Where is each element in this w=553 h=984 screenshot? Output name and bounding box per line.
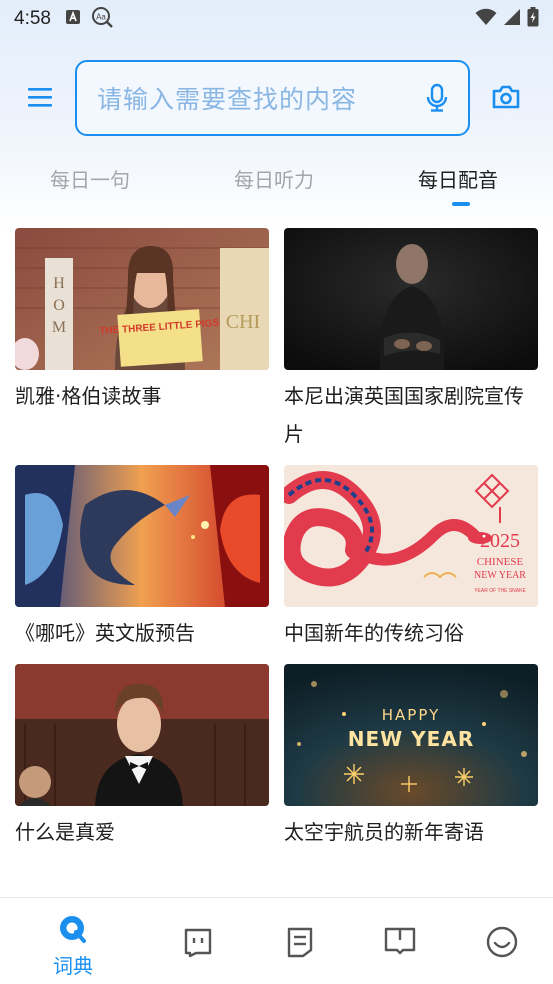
status-time: 4:58 — [14, 8, 51, 29]
svg-text:O: O — [53, 297, 65, 314]
year-of-snake-text: YEAR OF THE SNAKE — [474, 588, 526, 594]
video-thumbnail[interactable] — [15, 465, 269, 607]
video-title[interactable]: 《哪吒》英文版预告 — [15, 614, 269, 652]
book-icon — [383, 926, 417, 960]
video-title[interactable]: 太空宇航员的新年寄语 — [284, 813, 538, 851]
tab-daily-dubbing[interactable]: 每日配音 — [418, 164, 498, 193]
video-card[interactable]: 什么是真爱 — [15, 664, 269, 851]
new-year-banner-text: NEW YEAR — [348, 727, 474, 751]
video-thumbnail[interactable] — [15, 664, 269, 806]
nav-dictionary[interactable]: 词典 — [28, 898, 118, 984]
svg-text:Aa: Aa — [96, 13, 106, 22]
status-bar: 4:58 Aa — [0, 0, 553, 38]
search-placeholder: 请输入需要查找的内容 — [97, 85, 358, 114]
video-card[interactable]: H O M CHI THE THREE LITTLE PIGS 凯雅·格伯读故事 — [15, 228, 269, 415]
nav-dictionary-label: 词典 — [53, 954, 93, 978]
video-thumbnail[interactable]: H O M CHI THE THREE LITTLE PIGS — [15, 228, 269, 370]
video-thumbnail[interactable] — [284, 228, 538, 370]
happy-text: HAPPY — [382, 706, 440, 724]
document-icon — [285, 926, 315, 962]
menu-button[interactable] — [22, 82, 58, 116]
year-2025-text: 2025 — [480, 530, 520, 552]
camera-icon — [491, 84, 521, 114]
microphone-icon[interactable] — [426, 83, 448, 113]
camera-button[interactable] — [486, 80, 526, 118]
video-card[interactable]: 本尼出演英国国家剧院宣传片 — [284, 228, 538, 453]
search-input[interactable]: 请输入需要查找的内容 — [75, 60, 470, 136]
chinese-text: CHINESE — [477, 556, 524, 568]
svg-text:H: H — [53, 275, 65, 292]
video-title[interactable]: 什么是真爱 — [15, 813, 269, 851]
smile-icon — [486, 926, 518, 962]
tab-bar: 每日一句 每日听力 每日配音 — [0, 160, 553, 210]
video-card[interactable]: 《哪吒》英文版预告 — [15, 465, 269, 652]
nav-study[interactable] — [355, 898, 445, 984]
font-a-icon — [65, 9, 81, 29]
nav-chat[interactable] — [153, 898, 243, 984]
nav-notes[interactable] — [255, 898, 345, 984]
tab-daily-listening[interactable]: 每日听力 — [234, 164, 314, 193]
svg-text:CHI: CHI — [226, 311, 260, 333]
cell-signal-icon — [503, 8, 521, 30]
video-title[interactable]: 本尼出演英国国家剧院宣传片 — [284, 377, 538, 453]
video-card[interactable]: 2025 CHINESE NEW YEAR YEAR OF THE SNAKE … — [284, 465, 538, 652]
battery-icon — [527, 7, 539, 31]
svg-text:M: M — [52, 319, 66, 336]
text-scan-icon: Aa — [91, 6, 113, 32]
video-card[interactable]: HAPPY NEW YEAR 太空宇航员的新年寄语 — [284, 664, 538, 851]
wifi-icon — [475, 8, 497, 30]
search-icon — [58, 914, 88, 948]
video-thumbnail[interactable]: 2025 CHINESE NEW YEAR YEAR OF THE SNAKE — [284, 465, 538, 607]
bottom-navigation: 词典 — [0, 897, 553, 984]
tab-daily-sentence[interactable]: 每日一句 — [50, 164, 130, 193]
video-thumbnail[interactable]: HAPPY NEW YEAR — [284, 664, 538, 806]
video-title[interactable]: 中国新年的传统习俗 — [284, 614, 538, 652]
hamburger-menu-icon — [27, 86, 53, 112]
new-year-text: NEW YEAR — [474, 570, 526, 581]
active-tab-indicator — [452, 202, 470, 206]
chat-face-icon — [182, 926, 214, 962]
video-title[interactable]: 凯雅·格伯读故事 — [15, 377, 269, 415]
nav-profile[interactable] — [457, 898, 547, 984]
